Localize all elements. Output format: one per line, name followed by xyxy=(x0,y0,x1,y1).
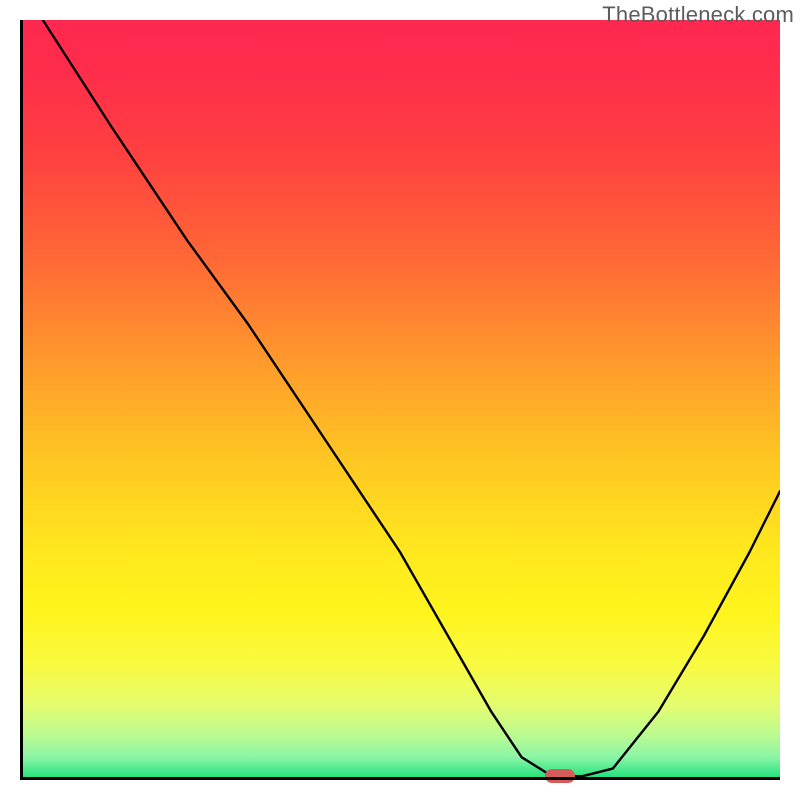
watermark-text: TheBottleneck.com xyxy=(602,2,794,28)
y-axis xyxy=(20,20,23,780)
plot-area xyxy=(20,20,780,780)
curve-line xyxy=(20,20,780,780)
x-axis xyxy=(20,777,780,780)
